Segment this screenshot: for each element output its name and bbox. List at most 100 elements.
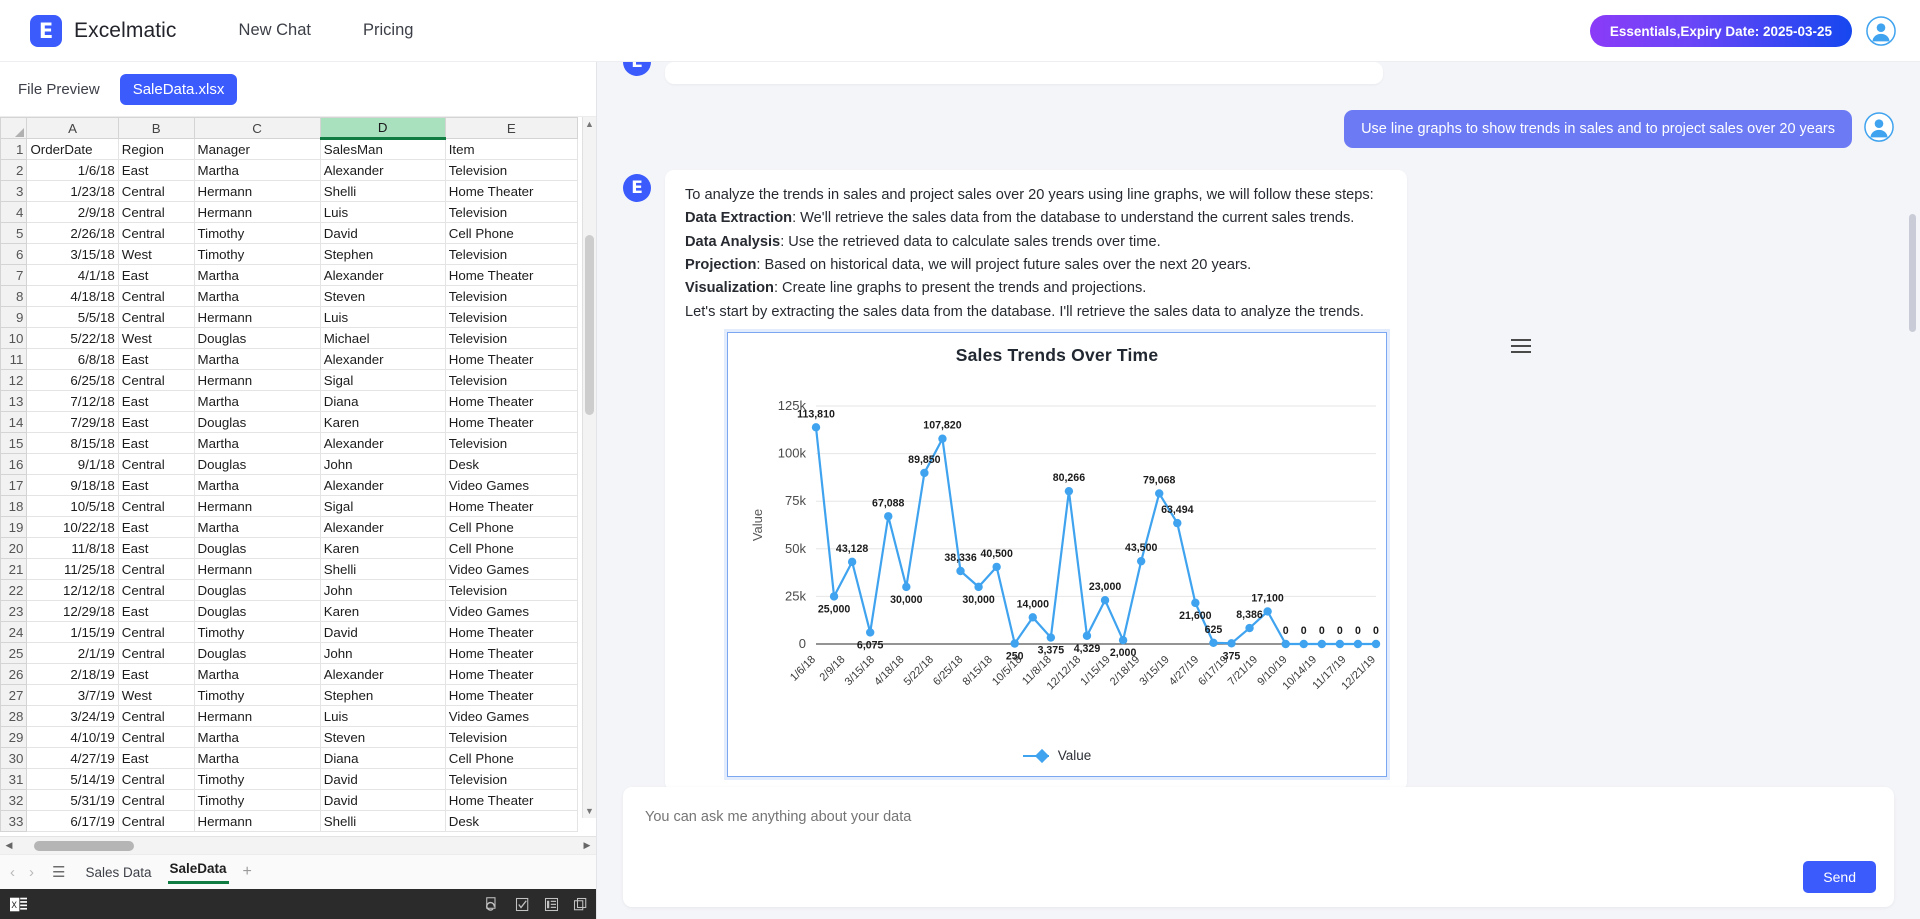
cell-e8[interactable]: Television [445,286,577,307]
table-row[interactable]: 1910/22/18EastMarthaAlexanderCell Phone [1,517,578,538]
sheet-tab-saledata[interactable]: SaleData [168,861,229,884]
cell-c22[interactable]: Douglas [194,580,320,601]
cell-a17[interactable]: 9/18/18 [27,475,118,496]
table-row[interactable]: 84/18/18CentralMarthaStevenTelevision [1,286,578,307]
row-header[interactable]: 8 [1,286,27,307]
chart-data-point[interactable] [1318,640,1326,648]
table-row[interactable]: 1 OrderDate Region Manager SalesMan Item [1,139,578,160]
cell-e15[interactable]: Television [445,433,577,454]
cell-c30[interactable]: Martha [194,748,320,769]
cell-d10[interactable]: Michael [320,328,445,349]
chart-data-point[interactable] [1209,639,1217,647]
table-row[interactable]: 1810/5/18CentralHermannSigalHome Theater [1,496,578,517]
cell-e32[interactable]: Home Theater [445,790,577,811]
cell-c10[interactable]: Douglas [194,328,320,349]
cell-d33[interactable]: Shelli [320,811,445,832]
cell-c32[interactable]: Timothy [194,790,320,811]
column-header-a[interactable]: A [27,118,118,139]
row-header[interactable]: 28 [1,706,27,727]
cell-d27[interactable]: Stephen [320,685,445,706]
cell-b9[interactable]: Central [118,307,194,328]
row-header[interactable]: 24 [1,622,27,643]
cell-e20[interactable]: Cell Phone [445,538,577,559]
cell-b26[interactable]: East [118,664,194,685]
cell-a9[interactable]: 5/5/18 [27,307,118,328]
table-row[interactable]: 2111/25/18CentralHermannShelliVideo Game… [1,559,578,580]
chart-data-point[interactable] [1029,613,1037,621]
row-header[interactable]: 21 [1,559,27,580]
chat-input[interactable] [645,809,1285,825]
row-header[interactable]: 25 [1,643,27,664]
cell-b27[interactable]: West [118,685,194,706]
chart-data-point[interactable] [992,563,1000,571]
cell-b14[interactable]: East [118,412,194,433]
cell-c13[interactable]: Martha [194,391,320,412]
cell-e21[interactable]: Video Games [445,559,577,580]
cell-b15[interactable]: East [118,433,194,454]
cell-c23[interactable]: Douglas [194,601,320,622]
table-row[interactable]: 74/1/18EastMarthaAlexanderHome Theater [1,265,578,286]
cell-a25[interactable]: 2/1/19 [27,643,118,664]
chart-menu-icon[interactable] [1511,335,1531,357]
table-row[interactable]: 325/31/19CentralTimothyDavidHome Theater [1,790,578,811]
cell-d24[interactable]: David [320,622,445,643]
brand[interactable]: E Excelmatic [30,15,177,47]
cell-c26[interactable]: Martha [194,664,320,685]
cell-a24[interactable]: 1/15/19 [27,622,118,643]
cell-e12[interactable]: Television [445,370,577,391]
user-avatar-icon[interactable] [1866,16,1896,46]
cell-d21[interactable]: Shelli [320,559,445,580]
cell-e7[interactable]: Home Theater [445,265,577,286]
cell-a14[interactable]: 7/29/18 [27,412,118,433]
chart-data-point[interactable] [1263,607,1271,615]
cell-a6[interactable]: 3/15/18 [27,244,118,265]
table-row[interactable]: 147/29/18EastDouglasKarenHome Theater [1,412,578,433]
table-row[interactable]: 63/15/18WestTimothyStephenTelevision [1,244,578,265]
chart-data-point[interactable] [1372,640,1380,648]
row-header[interactable]: 4 [1,202,27,223]
cell-c12[interactable]: Hermann [194,370,320,391]
cell-e26[interactable]: Home Theater [445,664,577,685]
cell-d13[interactable]: Diana [320,391,445,412]
cell-e3[interactable]: Home Theater [445,181,577,202]
cell-a3[interactable]: 1/23/18 [27,181,118,202]
cell-c19[interactable]: Martha [194,517,320,538]
tab-saledata-xlsx[interactable]: SaleData.xlsx [120,74,238,105]
cell-e13[interactable]: Home Theater [445,391,577,412]
chart-data-point[interactable] [1281,640,1289,648]
cell-b2[interactable]: East [118,160,194,181]
chart-data-point[interactable] [1047,633,1055,641]
row-header[interactable]: 33 [1,811,27,832]
add-sheet-icon[interactable]: + [243,863,252,881]
cell-d2[interactable]: Alexander [320,160,445,181]
cell-a13[interactable]: 7/12/18 [27,391,118,412]
chart-data-point[interactable] [938,435,946,443]
cell-a19[interactable]: 10/22/18 [27,517,118,538]
cell-c9[interactable]: Hermann [194,307,320,328]
cell-b4[interactable]: Central [118,202,194,223]
row-header[interactable]: 2 [1,160,27,181]
tab-file-preview[interactable]: File Preview [14,75,104,104]
chart-data-point[interactable] [1101,596,1109,604]
row-header[interactable]: 14 [1,412,27,433]
refresh-icon[interactable] [486,897,501,912]
grid-horizontal-scrollbar[interactable]: ◀ ▶ [0,836,596,854]
cell-e27[interactable]: Home Theater [445,685,577,706]
chart-data-point[interactable] [1011,639,1019,647]
grid-vertical-scrollbar[interactable]: ▲ ▼ [582,117,596,818]
chart-data-point[interactable] [848,558,856,566]
cell-a29[interactable]: 4/10/19 [27,727,118,748]
row-header[interactable]: 29 [1,727,27,748]
cell-d16[interactable]: John [320,454,445,475]
cell-b6[interactable]: West [118,244,194,265]
row-header[interactable]: 16 [1,454,27,475]
cell-c16[interactable]: Douglas [194,454,320,475]
cell-e9[interactable]: Television [445,307,577,328]
cell-e2[interactable]: Television [445,160,577,181]
cell-c1[interactable]: Manager [194,139,320,160]
row-header[interactable]: 15 [1,433,27,454]
chat-scroll-thumb[interactable] [1909,214,1916,332]
prev-sheet-icon[interactable]: ‹ [10,864,15,881]
cell-e17[interactable]: Video Games [445,475,577,496]
cell-a31[interactable]: 5/14/19 [27,769,118,790]
